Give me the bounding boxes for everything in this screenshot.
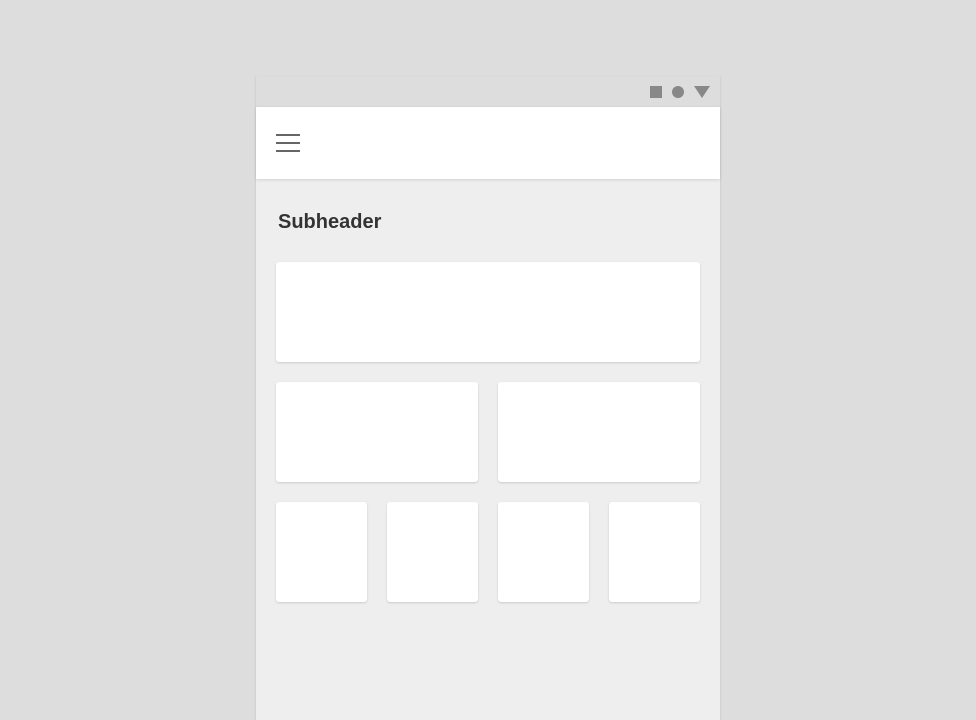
card[interactable] bbox=[609, 502, 700, 602]
status-square-icon bbox=[650, 86, 662, 98]
card-row-3 bbox=[276, 502, 700, 602]
card[interactable] bbox=[276, 262, 700, 362]
card[interactable] bbox=[498, 382, 700, 482]
card-row-1 bbox=[276, 262, 700, 362]
status-circle-icon bbox=[672, 86, 684, 98]
card-row-2 bbox=[276, 382, 700, 482]
card[interactable] bbox=[387, 502, 478, 602]
device-frame: Subheader bbox=[256, 76, 720, 720]
status-triangle-icon bbox=[694, 86, 710, 98]
status-bar bbox=[256, 76, 720, 107]
content-area: Subheader bbox=[256, 179, 720, 720]
card[interactable] bbox=[276, 502, 367, 602]
card[interactable] bbox=[498, 502, 589, 602]
card[interactable] bbox=[276, 382, 478, 482]
subheader: Subheader bbox=[278, 211, 700, 234]
menu-icon[interactable] bbox=[276, 134, 300, 152]
app-bar bbox=[256, 107, 720, 179]
